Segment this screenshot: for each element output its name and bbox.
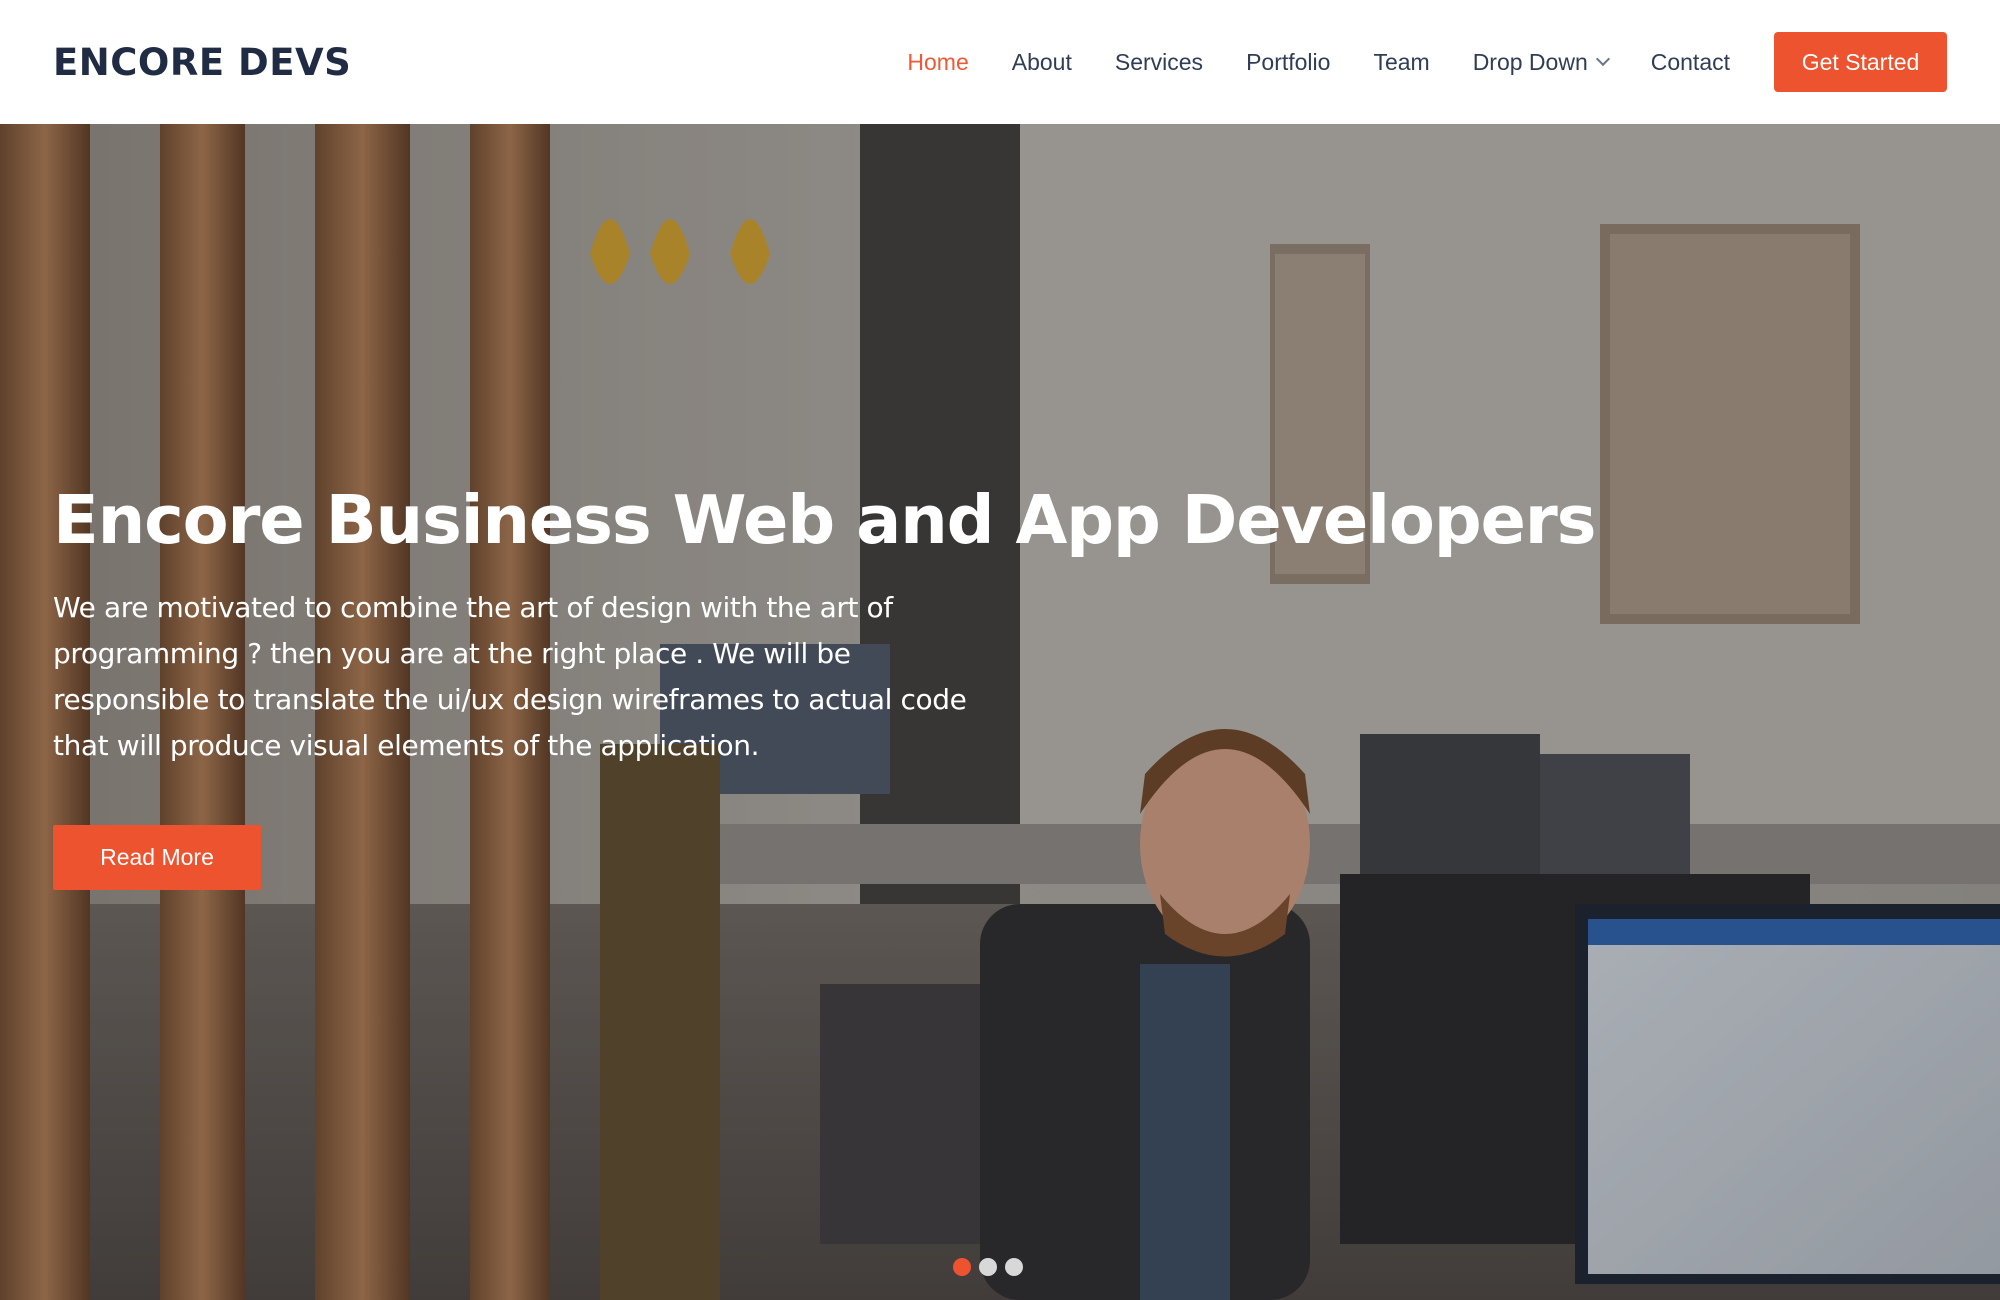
chevron-down-icon: [1595, 51, 1610, 67]
get-started-button[interactable]: Get Started: [1774, 32, 1947, 92]
nav-services[interactable]: Services: [1115, 49, 1203, 76]
nav-portfolio[interactable]: Portfolio: [1246, 49, 1330, 76]
carousel-indicators: [953, 1258, 1031, 1276]
main-nav: Home About Services Portfolio Team Drop …: [907, 32, 1947, 92]
carousel-dot-3[interactable]: [1005, 1258, 1023, 1276]
nav-team[interactable]: Team: [1373, 49, 1429, 76]
hero-description: We are motivated to combine the art of d…: [53, 591, 967, 763]
carousel-dot-2[interactable]: [979, 1258, 997, 1276]
site-header: ENCORE DEVS Home About Services Portfoli…: [0, 0, 2000, 124]
hero-content: Encore Business Web and App Developers W…: [53, 481, 1596, 891]
logo[interactable]: ENCORE DEVS: [53, 41, 351, 84]
carousel-dot-1[interactable]: [953, 1258, 971, 1276]
nav-dropdown[interactable]: Drop Down: [1472, 48, 1610, 76]
nav-about[interactable]: About: [1012, 49, 1072, 76]
nav-contact[interactable]: Contact: [1651, 49, 1730, 76]
read-more-button[interactable]: Read More: [53, 825, 261, 891]
hero-title: Encore Business Web and App Developers: [53, 481, 1596, 559]
nav-home[interactable]: Home: [907, 49, 968, 76]
nav-dropdown-label: Drop Down: [1472, 48, 1588, 75]
hero-section: Encore Business Web and App Developers W…: [0, 124, 2000, 1300]
